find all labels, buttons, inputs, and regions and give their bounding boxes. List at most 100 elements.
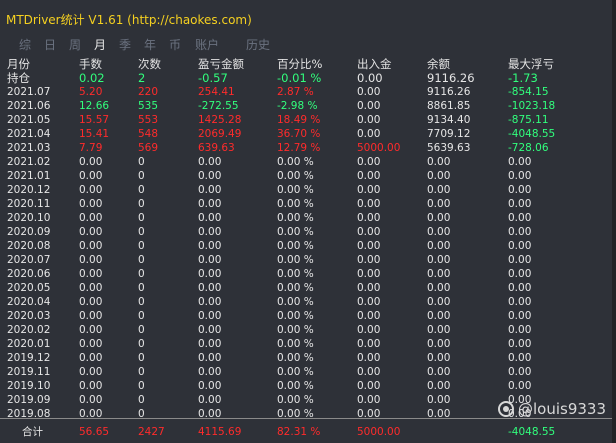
table-row: 2021.03 7.79 569 639.63 12.79 % 5000.00 5639.6…	[0, 141, 616, 155]
header-deposit: 出入金	[357, 57, 392, 71]
table-row: 2020.02 0.00 0 0.00 0.00 % 0.00 0.00 0.00	[0, 323, 616, 337]
total-cell-month: 合计	[22, 426, 43, 438]
cell-count: 0	[138, 310, 145, 322]
stats-panel: MTDriver统计 V1.61 (http://chaokes.com) 综 …	[0, 0, 616, 443]
cell-lots: 0.00	[79, 240, 103, 252]
tab-day[interactable]: 日	[44, 36, 56, 53]
total-cell-lots: 56.65	[79, 426, 110, 438]
cell-lots: 0.00	[79, 198, 103, 210]
cell-balance: 0.00	[427, 282, 451, 294]
cell-deposit: 0.00	[357, 282, 381, 294]
cell-month: 2020.11	[7, 198, 51, 210]
cell-count: 220	[138, 86, 159, 98]
cell-pnl: 0.00	[198, 310, 222, 322]
cell-month: 2020.01	[7, 338, 51, 350]
cell-count: 535	[138, 100, 159, 112]
tab-history[interactable]: 历史	[246, 36, 270, 53]
cell-percent: 0.00 %	[277, 156, 314, 168]
cell-deposit: 0.00	[357, 338, 381, 350]
tab-month[interactable]: 月	[94, 36, 106, 53]
cell-percent: -2.98 %	[277, 100, 318, 112]
tab-summary[interactable]: 综	[19, 36, 31, 53]
cell-pnl: 0.00	[198, 212, 222, 224]
header-max-drawdown: 最大浮亏	[508, 57, 554, 71]
cell-max-drawdown: 0.00	[508, 268, 532, 280]
cell-balance: 7709.12	[427, 128, 471, 140]
cell-percent: 0.00 %	[277, 352, 314, 364]
cell-percent: 0.00 %	[277, 380, 314, 392]
cell-balance: 9116.26	[427, 71, 475, 85]
cell-deposit: 0.00	[357, 198, 381, 210]
cell-percent: 0.00 %	[277, 324, 314, 336]
cell-balance: 0.00	[427, 296, 451, 308]
tab-week[interactable]: 周	[69, 36, 81, 53]
cell-lots: 0.00	[79, 394, 103, 406]
tab-account[interactable]: 账户	[195, 36, 219, 53]
cell-balance: 0.00	[427, 254, 451, 266]
cell-deposit: 0.00	[357, 212, 381, 224]
cell-deposit: 0.00	[357, 170, 381, 182]
cell-max-drawdown: -854.15	[508, 86, 549, 98]
table-row: 2021.04 15.41 548 2069.49 36.70 % 0.00 7709.12…	[0, 127, 616, 141]
total-cell-deposit: 5000.00	[357, 426, 401, 438]
cell-balance: 0.00	[427, 184, 451, 196]
cell-balance: 0.00	[427, 352, 451, 364]
cell-count: 0	[138, 226, 145, 238]
cell-percent: -0.01 %	[277, 71, 322, 85]
cell-max-drawdown: 0.00	[508, 380, 532, 392]
cell-max-drawdown: -875.11	[508, 114, 549, 126]
header-month: 月份	[7, 57, 30, 71]
cell-lots: 0.00	[79, 170, 103, 182]
cell-month: 2020.06	[7, 268, 51, 280]
cell-lots: 0.00	[79, 268, 103, 280]
cell-pnl: 2069.49	[198, 128, 242, 140]
cell-lots: 0.00	[79, 338, 103, 350]
cell-deposit: 0.00	[357, 324, 381, 336]
cell-pnl: 0.00	[198, 282, 222, 294]
tab-currency[interactable]: 币	[169, 36, 181, 53]
cell-balance: 0.00	[427, 240, 451, 252]
cell-lots: 0.00	[79, 310, 103, 322]
cell-max-drawdown: 0.00	[508, 338, 532, 350]
cell-month: 2020.10	[7, 212, 51, 224]
cell-max-drawdown: -728.06	[508, 142, 549, 154]
tab-year[interactable]: 年	[144, 36, 156, 53]
cell-month: 2019.11	[7, 366, 51, 378]
cell-month: 2020.03	[7, 310, 51, 322]
cell-deposit: 0.00	[357, 240, 381, 252]
cell-count: 569	[138, 142, 159, 154]
table-row: 2021.02 0.00 0 0.00 0.00 % 0.00 0.00 0.00	[0, 155, 616, 169]
cell-deposit: 0.00	[357, 254, 381, 266]
cell-count: 0	[138, 254, 145, 266]
cell-count: 0	[138, 366, 145, 378]
cell-count: 0	[138, 394, 145, 406]
cell-count: 0	[138, 338, 145, 350]
cell-deposit: 0.00	[357, 114, 381, 126]
cell-lots: 0.00	[79, 212, 103, 224]
cell-month: 2019.10	[7, 380, 51, 392]
total-cell-percent: 82.31 %	[277, 426, 321, 438]
cell-pnl: 0.00	[198, 394, 222, 406]
cell-month: 2020.07	[7, 254, 51, 266]
header-percent: 百分比%	[277, 57, 323, 71]
cell-deposit: 0.00	[357, 380, 381, 392]
cell-deposit: 0.00	[357, 352, 381, 364]
header-count: 次数	[138, 57, 161, 71]
cell-max-drawdown: 0.00	[508, 156, 532, 168]
cell-max-drawdown: 0.00	[508, 212, 532, 224]
window-title: MTDriver统计 V1.61 (http://chaokes.com)	[6, 13, 252, 27]
table-row: 2020.12 0.00 0 0.00 0.00 % 0.00 0.00 0.00	[0, 183, 616, 197]
cell-lots: 0.00	[79, 156, 103, 168]
table-row: 2020.01 0.00 0 0.00 0.00 % 0.00 0.00 0.00	[0, 337, 616, 351]
cell-lots: 12.66	[79, 100, 110, 112]
cell-pnl: 0.00	[198, 184, 222, 196]
cell-lots: 15.57	[79, 114, 110, 126]
weibo-logo-icon	[497, 401, 514, 417]
cell-percent: 0.00 %	[277, 184, 314, 196]
cell-lots: 0.02	[79, 71, 105, 85]
cell-lots: 5.20	[79, 86, 103, 98]
tab-quarter[interactable]: 季	[119, 36, 131, 53]
cell-percent: 0.00 %	[277, 226, 314, 238]
cell-pnl: 1425.28	[198, 114, 242, 126]
cell-month: 2020.02	[7, 324, 51, 336]
